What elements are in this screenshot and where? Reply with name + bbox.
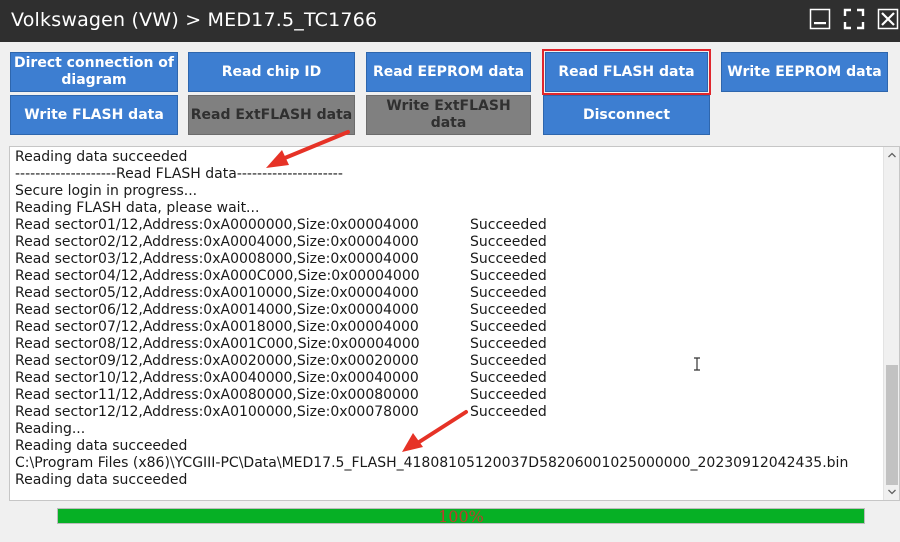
log-line: Read sector05/12,Address:0xA0010000,Size…: [15, 285, 848, 302]
log-line-text: Read sector03/12,Address:0xA0008000,Size…: [15, 251, 419, 267]
log-line-text: Secure login in progress...: [15, 183, 198, 199]
log-line: C:\Program Files (x86)\YCGIII-PC\Data\ME…: [15, 455, 848, 472]
chevron-up-icon: [888, 152, 896, 158]
log-line-text: Reading data succeeded: [15, 438, 188, 454]
log-line-text: Read sector05/12,Address:0xA0010000,Size…: [15, 285, 419, 301]
log-line-text: Read sector06/12,Address:0xA0014000,Size…: [15, 302, 419, 318]
progress-bar: 100%: [57, 507, 865, 526]
log-line-status: Succeeded: [470, 302, 547, 318]
log-line: --------------------Read FLASH data-----…: [15, 166, 848, 183]
log-line-text: Reading data succeeded: [15, 149, 188, 165]
scroll-up-button[interactable]: [884, 147, 899, 163]
minimize-button[interactable]: [806, 5, 834, 33]
read-eeprom-button[interactable]: Read EEPROM data: [366, 52, 531, 92]
progress-label: 100%: [438, 507, 484, 526]
log-line-text: Read sector11/12,Address:0xA0080000,Size…: [15, 387, 419, 403]
log-line-text: Read sector10/12,Address:0xA0040000,Size…: [15, 370, 419, 386]
log-line: Read sector11/12,Address:0xA0080000,Size…: [15, 387, 848, 404]
log-line: Read sector06/12,Address:0xA0014000,Size…: [15, 302, 848, 319]
log-line-status: Succeeded: [470, 387, 547, 403]
close-button[interactable]: [874, 5, 900, 33]
read-chip-id-button[interactable]: Read chip ID: [188, 52, 355, 92]
log-line-text: Read sector01/12,Address:0xA0000000,Size…: [15, 217, 419, 233]
window-title: Volkswagen (VW) > MED17.5_TC1766: [11, 9, 378, 31]
write-flash-button[interactable]: Write FLASH data: [10, 95, 178, 135]
scroll-down-button[interactable]: [884, 484, 899, 500]
log-line-text: Reading...: [15, 421, 86, 437]
log-line-status: Succeeded: [470, 285, 547, 301]
log-line: Reading FLASH data, please wait...: [15, 200, 848, 217]
log-line-status: Succeeded: [470, 251, 547, 267]
log-line-text: C:\Program Files (x86)\YCGIII-PC\Data\ME…: [15, 455, 849, 471]
log-line-text: Read sector02/12,Address:0xA0004000,Size…: [15, 234, 419, 250]
log-line: Read sector07/12,Address:0xA0018000,Size…: [15, 319, 848, 336]
chevron-down-icon: [888, 489, 896, 495]
log-line-status: Succeeded: [470, 336, 547, 352]
log-line: Read sector09/12,Address:0xA0020000,Size…: [15, 353, 848, 370]
write-extflash-button[interactable]: Write ExtFLASH data: [366, 95, 531, 135]
direct-connection-button[interactable]: Direct connection of diagram: [10, 52, 178, 92]
log-line: Read sector10/12,Address:0xA0040000,Size…: [15, 370, 848, 387]
log-line-text: Read sector04/12,Address:0xA000C000,Size…: [15, 268, 420, 284]
log-line: Read sector01/12,Address:0xA0000000,Size…: [15, 217, 848, 234]
log-line-status: Succeeded: [470, 234, 547, 250]
arrow-annotation-icon: [266, 130, 350, 168]
log-line: Read sector02/12,Address:0xA0004000,Size…: [15, 234, 848, 251]
log-line-text: Reading FLASH data, please wait...: [15, 200, 260, 216]
scroll-thumb[interactable]: [886, 365, 898, 485]
log-line-status: Succeeded: [470, 353, 547, 369]
arrow-annotation-icon: [402, 410, 468, 452]
log-line: Read sector03/12,Address:0xA0008000,Size…: [15, 251, 848, 268]
log-line: Reading data succeeded: [15, 149, 848, 166]
log-line: Read sector08/12,Address:0xA001C000,Size…: [15, 336, 848, 353]
log-line-text: Read sector12/12,Address:0xA0100000,Size…: [15, 404, 419, 420]
log-line-status: Succeeded: [470, 404, 547, 420]
minimize-icon: [809, 8, 831, 30]
log-line-text: Read sector09/12,Address:0xA0020000,Size…: [15, 353, 419, 369]
log-line-text: Read sector07/12,Address:0xA0018000,Size…: [15, 319, 419, 335]
disconnect-button[interactable]: Disconnect: [543, 95, 710, 135]
maximize-button[interactable]: [840, 5, 868, 33]
maximize-icon: [843, 8, 865, 30]
log-line-status: Succeeded: [470, 217, 547, 233]
log-line: Reading data succeeded: [15, 472, 848, 489]
log-line: Read sector04/12,Address:0xA000C000,Size…: [15, 268, 848, 285]
log-line-status: Succeeded: [470, 370, 547, 386]
log-line-status: Succeeded: [470, 268, 547, 284]
title-bar: Volkswagen (VW) > MED17.5_TC1766: [0, 0, 900, 42]
write-eeprom-button[interactable]: Write EEPROM data: [721, 52, 888, 92]
close-icon: [877, 8, 899, 30]
log-line-text: Reading data succeeded: [15, 472, 188, 488]
read-flash-button[interactable]: Read FLASH data: [542, 49, 711, 95]
log-line: Secure login in progress...: [15, 183, 848, 200]
log-scrollbar[interactable]: [883, 147, 899, 500]
log-line-text: Read sector08/12,Address:0xA001C000,Size…: [15, 336, 420, 352]
log-line-status: Succeeded: [470, 319, 547, 335]
text-cursor-icon: [694, 357, 700, 371]
